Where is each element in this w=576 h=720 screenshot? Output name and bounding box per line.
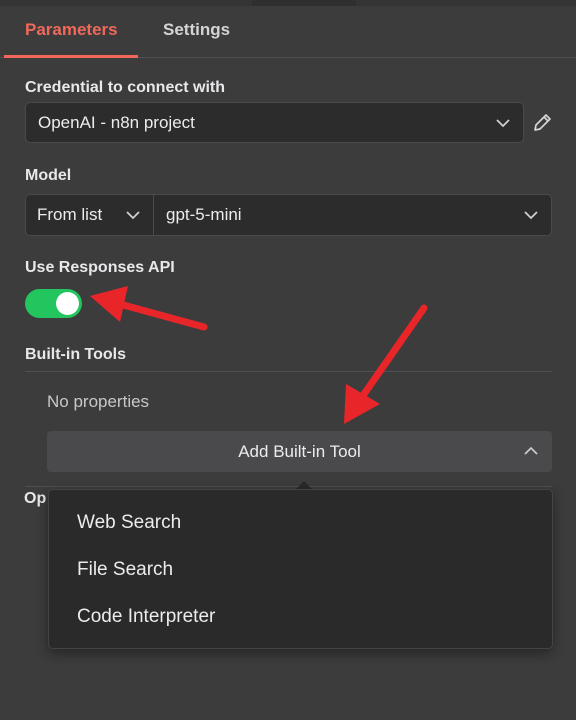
chevron-up-icon [524, 446, 538, 455]
arrow-to-toggle [90, 286, 208, 331]
tab-parameters[interactable]: Parameters [25, 20, 118, 40]
chevron-down-icon [524, 211, 538, 220]
credential-select[interactable]: OpenAI - n8n project [25, 102, 524, 143]
toggle-knob [56, 292, 79, 315]
responses-api-label: Use Responses API [25, 259, 175, 276]
tab-bar: Parameters Settings [0, 6, 576, 58]
section-divider [25, 371, 552, 372]
model-select[interactable]: gpt-5-mini [154, 195, 551, 235]
arrow-to-add-tool [344, 304, 428, 424]
credential-label: Credential to connect with [25, 79, 226, 96]
options-label: Op [24, 490, 47, 507]
chevron-down-icon [496, 118, 510, 127]
pencil-icon[interactable] [531, 112, 553, 134]
add-builtin-tool-button[interactable]: Add Built-in Tool [47, 431, 552, 472]
model-mode-value: From list [37, 205, 103, 224]
options-divider [25, 486, 552, 487]
active-tab-indicator [4, 55, 138, 58]
responses-api-toggle[interactable] [25, 289, 82, 318]
bottom-bar [0, 704, 576, 720]
node-parameters-panel: Parameters Settings Credential to connec… [0, 0, 576, 720]
credential-value: OpenAI - n8n project [38, 112, 195, 132]
model-field: From list gpt-5-mini [25, 194, 552, 236]
model-label: Model [25, 167, 72, 184]
empty-state-text: No properties [47, 392, 150, 411]
menu-item-code-interpreter[interactable]: Code Interpreter [77, 606, 215, 628]
tab-settings[interactable]: Settings [163, 20, 230, 40]
add-builtin-tool-label: Add Built-in Tool [238, 441, 361, 461]
menu-item-web-search[interactable]: Web Search [77, 512, 181, 534]
model-mode-select[interactable]: From list [26, 195, 154, 235]
builtin-tool-menu: Web Search File Search Code Interpreter [48, 489, 553, 649]
model-value: gpt-5-mini [166, 205, 242, 224]
menu-item-file-search[interactable]: File Search [77, 559, 173, 581]
chevron-down-icon [126, 211, 140, 220]
builtin-tools-label: Built-in Tools [25, 346, 127, 363]
